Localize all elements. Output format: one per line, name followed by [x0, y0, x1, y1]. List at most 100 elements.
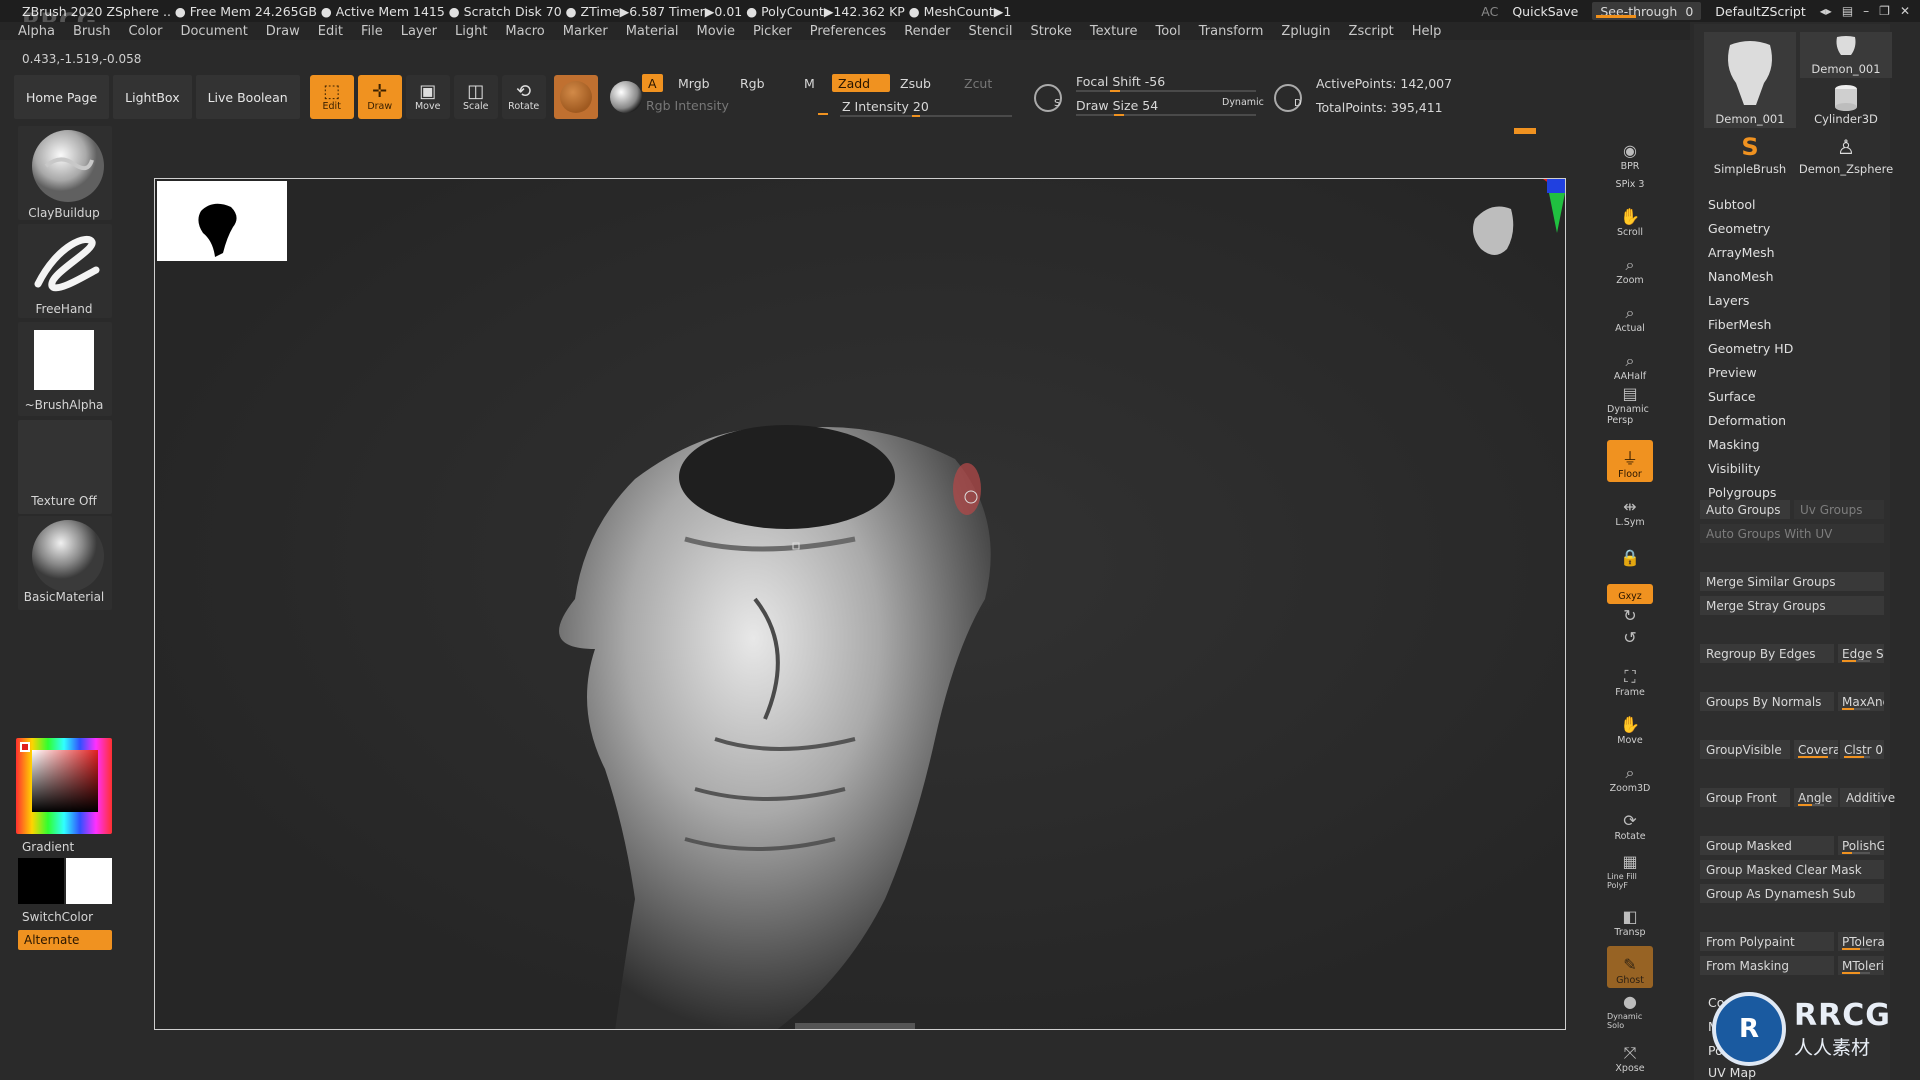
- quicksave-button[interactable]: QuickSave: [1512, 4, 1578, 19]
- menu-render[interactable]: Render: [895, 24, 959, 39]
- menu-subtool[interactable]: Subtool: [1708, 192, 1793, 216]
- regroup-by-edges-button[interactable]: Regroup By Edges: [1700, 644, 1834, 663]
- menu-material[interactable]: Material: [617, 24, 688, 39]
- menu-picker[interactable]: Picker: [744, 24, 801, 39]
- subtool-thumb-cylinder[interactable]: Cylinder3D: [1800, 82, 1892, 128]
- zsub-button[interactable]: Zsub: [894, 74, 937, 92]
- home-page-button[interactable]: Home Page: [14, 75, 110, 119]
- maxang-slider[interactable]: MaxAng: [1838, 692, 1884, 711]
- material-button[interactable]: [553, 75, 598, 119]
- zoom-button[interactable]: ⌕ Zoom: [1607, 246, 1653, 288]
- move-button[interactable]: ▣ Move: [405, 75, 450, 119]
- a-toggle[interactable]: A: [642, 74, 663, 92]
- canvas-scroll-handle[interactable]: [795, 1023, 915, 1029]
- frame-button[interactable]: ⛶ Frame: [1607, 658, 1653, 700]
- menu-geometry[interactable]: Geometry: [1708, 216, 1793, 240]
- orientation-gizmo[interactable]: [1455, 179, 1565, 289]
- close-icon[interactable]: ✕: [1900, 4, 1910, 18]
- render-mode-icon[interactable]: [609, 81, 642, 113]
- focal-shift-slider[interactable]: Focal Shift -56: [1070, 72, 1171, 90]
- ac-button[interactable]: AC: [1481, 4, 1498, 19]
- group-masked-clear-mask-button[interactable]: Group Masked Clear Mask: [1700, 860, 1884, 879]
- see-through-slider[interactable]: See-through 0: [1592, 2, 1702, 20]
- menu-nanomesh[interactable]: NanoMesh: [1708, 264, 1793, 288]
- aahalf-button[interactable]: ⌕ AAHalf: [1607, 342, 1653, 384]
- menu-masking[interactable]: Masking: [1708, 432, 1793, 456]
- menu-preferences[interactable]: Preferences: [801, 24, 895, 39]
- auto-groups-uv-button[interactable]: Auto Groups With UV: [1700, 524, 1884, 543]
- ptolera-slider[interactable]: PTolera: [1838, 932, 1884, 951]
- floor-button[interactable]: ⏚ Floor: [1607, 440, 1653, 482]
- menu-surface[interactable]: Surface: [1708, 384, 1793, 408]
- actual-button[interactable]: ⌕ Actual: [1607, 294, 1653, 336]
- menu-help[interactable]: Help: [1403, 24, 1451, 39]
- persp-button[interactable]: ▤ Dynamic Persp: [1607, 384, 1653, 428]
- draw-size-slider[interactable]: Draw Size 54: [1070, 96, 1164, 114]
- menu-visibility[interactable]: Visibility: [1708, 456, 1793, 480]
- clstr-slider[interactable]: Clstr 0.: [1840, 740, 1884, 759]
- solo-button[interactable]: ● Dynamic Solo: [1607, 990, 1653, 1032]
- menu-arraymesh[interactable]: ArrayMesh: [1708, 240, 1793, 264]
- menu-movie[interactable]: Movie: [688, 24, 744, 39]
- minimize-icon[interactable]: –: [1863, 4, 1869, 18]
- scale-button[interactable]: ◫ Scale: [453, 75, 498, 119]
- menu-brush[interactable]: Brush: [64, 24, 120, 39]
- move-view-button[interactable]: ✋ Move: [1607, 706, 1653, 748]
- rotate-z-button[interactable]: ↺: [1607, 628, 1653, 650]
- xpose-button[interactable]: ⤧ Xpose: [1607, 1034, 1653, 1076]
- subtool-thumb-demon-small[interactable]: Demon_001: [1800, 32, 1892, 78]
- group-masked-button[interactable]: Group Masked: [1700, 836, 1834, 855]
- m-button[interactable]: M: [798, 74, 821, 92]
- menu-light[interactable]: Light: [446, 24, 496, 39]
- group-front-button[interactable]: Group Front: [1700, 788, 1790, 807]
- local-sym-button[interactable]: ⇹ L.Sym: [1607, 488, 1653, 530]
- mtolera-slider[interactable]: MToleri: [1838, 956, 1884, 975]
- primary-color-swatch[interactable]: [18, 858, 64, 904]
- menu-preview[interactable]: Preview: [1708, 360, 1793, 384]
- rgb-intensity-slider[interactable]: Rgb Intensity: [640, 96, 735, 114]
- z-intensity-slider[interactable]: Z Intensity 20: [836, 97, 935, 115]
- menu-edit[interactable]: Edit: [309, 24, 352, 39]
- merge-stray-groups-button[interactable]: Merge Stray Groups: [1700, 596, 1884, 615]
- menu-zplugin[interactable]: Zplugin: [1272, 24, 1339, 39]
- menu-marker[interactable]: Marker: [554, 24, 617, 39]
- ghost-button[interactable]: ✎ Ghost: [1607, 946, 1653, 988]
- menu-stencil[interactable]: Stencil: [959, 24, 1021, 39]
- menu-document[interactable]: Document: [171, 24, 256, 39]
- zoom3d-button[interactable]: ⌕ Zoom3D: [1607, 754, 1653, 796]
- merge-similar-groups-button[interactable]: Merge Similar Groups: [1700, 572, 1884, 591]
- menu-layers[interactable]: Layers: [1708, 288, 1793, 312]
- switch-color-label[interactable]: SwitchColor: [14, 910, 114, 924]
- menu-geometry-hd[interactable]: Geometry HD: [1708, 336, 1793, 360]
- rotate-button[interactable]: ⟲ Rotate: [501, 75, 546, 119]
- edit-button[interactable]: ⬚ Edit: [309, 75, 354, 119]
- menu-fibermesh[interactable]: FiberMesh: [1708, 312, 1793, 336]
- alternate-button[interactable]: Alternate: [18, 930, 112, 950]
- uv-groups-button[interactable]: Uv Groups: [1794, 500, 1884, 519]
- edge-se-slider[interactable]: Edge Se: [1838, 644, 1884, 663]
- group-visible-button[interactable]: GroupVisible: [1700, 740, 1790, 759]
- scroll-button[interactable]: ✋ Scroll: [1607, 198, 1653, 240]
- rgb-button[interactable]: Rgb: [734, 74, 771, 92]
- from-masking-button[interactable]: From Masking: [1700, 956, 1834, 975]
- menu-stroke[interactable]: Stroke: [1021, 24, 1080, 39]
- menu-macro[interactable]: Macro: [496, 24, 553, 39]
- lightbox-button[interactable]: LightBox: [113, 75, 192, 119]
- color-picker-square[interactable]: [32, 750, 98, 812]
- menus-toggle-icon[interactable]: ◂▸: [1820, 4, 1832, 18]
- menu-color[interactable]: Color: [119, 24, 171, 39]
- dynamic-toggle[interactable]: Dynamic: [1216, 93, 1270, 111]
- angle-slider[interactable]: Angle: [1794, 788, 1838, 807]
- restore-icon[interactable]: ❐: [1879, 4, 1890, 18]
- groups-by-normals-button[interactable]: Groups By Normals: [1700, 692, 1834, 711]
- zadd-button[interactable]: Zadd: [832, 74, 890, 92]
- subtool-thumb-demon[interactable]: Demon_001: [1704, 32, 1796, 128]
- mrgb-button[interactable]: Mrgb: [672, 74, 716, 92]
- layout-icon[interactable]: ▤: [1842, 4, 1853, 18]
- subtool-thumb-zsphere[interactable]: ♙ Demon_Zsphere: [1799, 132, 1893, 178]
- rotate-y-button[interactable]: ↻: [1607, 606, 1653, 628]
- polishg-slider[interactable]: PolishG: [1838, 836, 1884, 855]
- secondary-color-swatch[interactable]: [66, 858, 112, 904]
- menu-draw[interactable]: Draw: [257, 24, 309, 39]
- polyf-button[interactable]: ▦ Line Fill PolyF: [1607, 850, 1653, 892]
